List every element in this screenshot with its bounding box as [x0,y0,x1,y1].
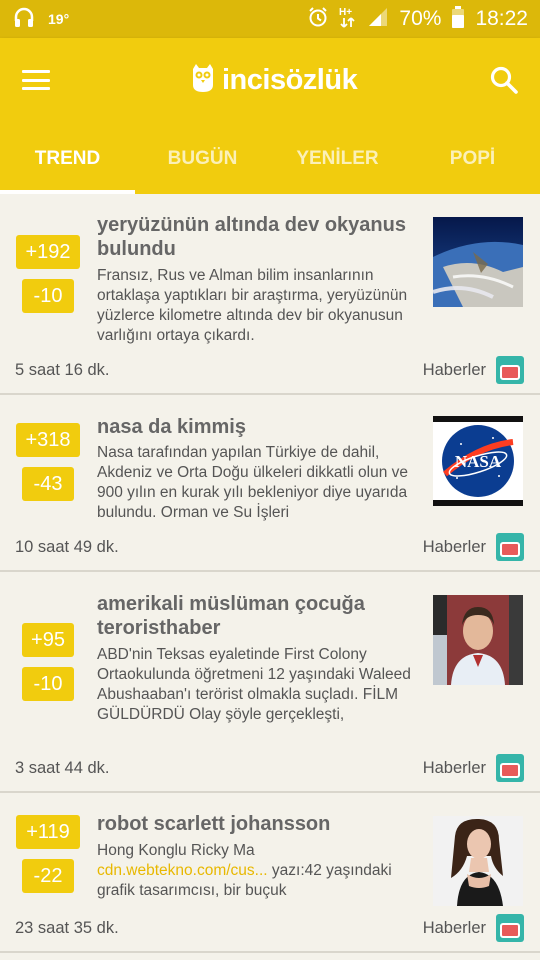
entry-summary: Fransız, Rus ve Alman bilim insanlarının… [97,267,408,344]
entry-category[interactable]: Haberler [423,759,486,778]
entry-summary: Nasa tarafından yapılan Türkiye de dahil… [97,444,409,521]
vote-box: +192 -10 [16,235,80,313]
tv-screen [500,365,520,380]
app-logo[interactable]: incisözlük [190,62,358,98]
vote-box: +318 -43 [16,423,80,501]
battery-level: 70% [399,7,442,30]
downvote-button[interactable]: -10 [22,667,74,701]
entry-time: 3 saat 44 dk. [15,759,110,777]
svg-text:H+: H+ [339,7,352,18]
vote-box: +119 -22 [16,815,80,893]
entry-thumbnail[interactable]: NASA [433,416,523,506]
logo-text: incisözlük [222,63,358,96]
earth-image [433,217,523,307]
entry-time: 23 saat 35 dk. [15,919,119,937]
tv-icon[interactable] [496,754,524,782]
woman-portrait [433,816,523,906]
entry-title[interactable]: amerikali müslüman çocuğa teroristhaber [97,592,417,640]
upvote-button[interactable]: +318 [16,423,80,457]
upvote-button[interactable]: +95 [22,623,74,657]
hamburger-line [22,87,50,90]
tab-bar: TREND BUGÜN YENİLER POPİ [0,138,540,194]
nasa-logo: NASA [433,416,523,506]
entry-time: 10 saat 49 dk. [15,538,119,556]
entry-category[interactable]: Haberler [423,538,486,557]
entry-time: 5 saat 16 dk. [15,361,110,379]
entry-thumbnail[interactable] [433,816,523,906]
headphones-icon [12,5,36,34]
tab-bugun[interactable]: BUGÜN [135,138,270,194]
summary-text: Hong Konglu Ricky Ma [97,842,255,859]
tab-popi[interactable]: POPİ [405,138,540,194]
clock: 18:22 [475,7,528,30]
tv-icon[interactable] [496,914,524,942]
entry-list: +192 -10 yeryüzünün altında dev okyanus … [0,194,540,953]
menu-button[interactable] [20,66,52,94]
downvote-button[interactable]: -22 [22,859,74,893]
signal-icon [367,6,389,33]
tv-screen [500,763,520,778]
hamburger-line [22,78,50,82]
temperature: 19° [48,11,70,27]
network-hplus-icon: H+ [339,5,357,34]
upvote-button[interactable]: +192 [16,235,80,269]
svg-text:NASA: NASA [455,452,502,471]
status-bar: 19° H+ 70% 18:22 [0,0,540,38]
entry-summary: ABD'nin Teksas eyaletinde First Colony O… [97,646,411,723]
entry-category[interactable]: Haberler [423,361,486,380]
tv-screen [500,923,520,938]
owl-icon [190,63,216,98]
entry-title[interactable]: robot scarlett johansson [97,812,417,836]
entry-thumbnail[interactable] [433,217,523,307]
entry-category[interactable]: Haberler [423,919,486,938]
search-button[interactable] [488,64,520,96]
battery-icon [451,5,465,34]
tab-trend[interactable]: TREND [0,138,135,194]
alarm-icon [307,6,329,33]
entry-summary: Hong Konglu Ricky Ma cdn.webtekno.com/cu… [97,841,419,901]
tab-yeniler[interactable]: YENİLER [270,138,405,194]
hamburger-icon [22,70,50,73]
list-item[interactable]: +95 -10 amerikali müslüman çocuğa terori… [0,572,540,793]
downvote-button[interactable]: -10 [22,279,74,313]
upvote-button[interactable]: +119 [16,815,80,849]
app-bar: incisözlük TREND BUGÜN YENİLER POPİ [0,38,540,194]
search-icon [488,66,520,100]
tv-screen [500,542,520,557]
downvote-button[interactable]: -43 [22,467,74,501]
entry-title[interactable]: nasa da kimmiş [97,415,417,439]
list-item[interactable]: +119 -22 robot scarlett johansson Hong K… [0,793,540,953]
list-item[interactable]: +318 -43 nasa da kimmiş Nasa tarafından … [0,395,540,572]
tv-icon[interactable] [496,356,524,384]
tv-icon[interactable] [496,533,524,561]
boy-portrait [433,595,523,685]
entry-thumbnail[interactable] [433,595,523,685]
vote-box: +95 -10 [16,623,80,701]
entry-title[interactable]: yeryüzünün altında dev okyanus bulundu [97,213,417,261]
source-link[interactable]: cdn.webtekno.com/cus... [97,862,268,879]
list-item[interactable]: +192 -10 yeryüzünün altında dev okyanus … [0,194,540,395]
